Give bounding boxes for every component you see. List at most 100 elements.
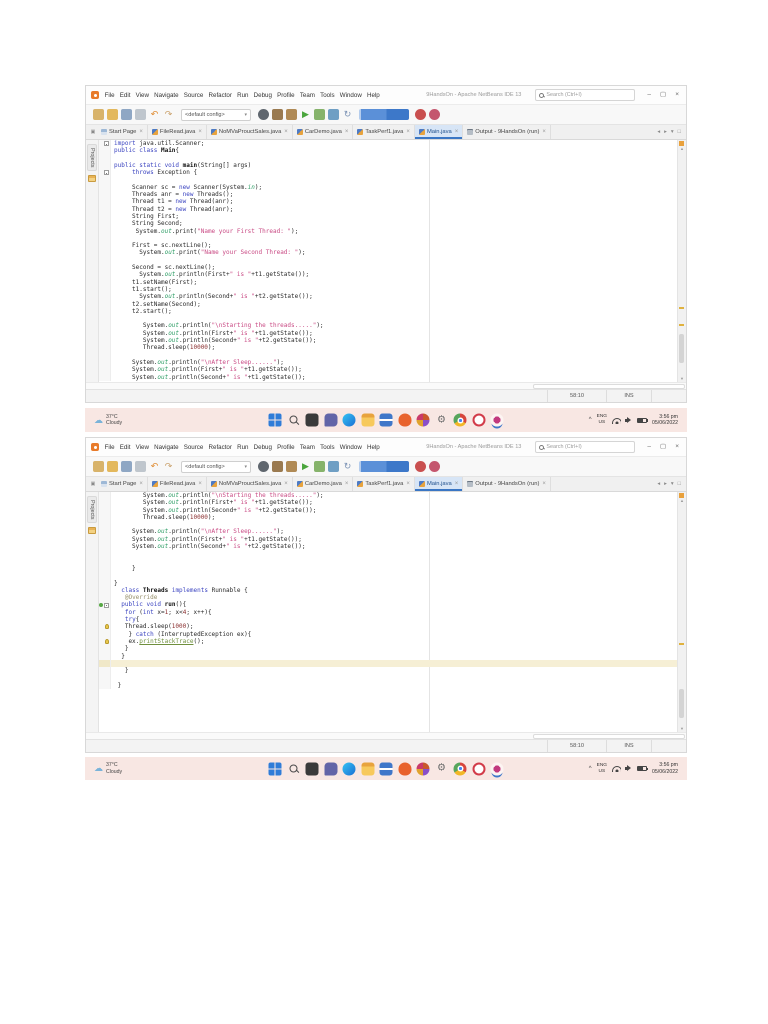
menu-edit[interactable]: Edit — [117, 92, 133, 99]
new-file-icon[interactable] — [93, 109, 104, 120]
reload-icon[interactable]: ↻ — [342, 109, 353, 120]
photos-icon[interactable] — [305, 762, 319, 775]
run-project-icon[interactable]: ▶ — [300, 461, 311, 472]
language-switcher[interactable]: ENG US — [597, 763, 607, 775]
tab-nomvaprouctsales-java[interactable]: NoMVaProuctSales.java × — [206, 477, 293, 491]
build-project-icon[interactable] — [272, 461, 283, 472]
redo-icon[interactable]: ↷ — [163, 461, 174, 472]
search-icon[interactable] — [287, 414, 300, 427]
memory-usage-bar[interactable] — [359, 461, 409, 472]
h-scrollbar-thumb[interactable] — [533, 384, 685, 389]
config-select[interactable]: <default config> ▾ — [181, 108, 251, 121]
window-menu-icon[interactable]: ▣ — [89, 477, 97, 491]
opera-icon[interactable] — [472, 413, 485, 427]
menu-debug[interactable]: Debug — [251, 444, 274, 451]
menu-debug[interactable]: Debug — [251, 92, 274, 99]
tab-nomvaprouctsales-java[interactable]: NoMVaProuctSales.java × — [206, 125, 293, 139]
undo-icon[interactable]: ↶ — [149, 461, 160, 472]
mail-icon[interactable] — [379, 762, 393, 775]
menu-file[interactable]: File — [102, 444, 117, 451]
memory-usage-bar[interactable] — [359, 109, 409, 120]
tab-cardemo-java[interactable]: CarDemo.java × — [292, 125, 354, 139]
menu-file[interactable]: File — [102, 92, 117, 99]
tab-taskperf1-java[interactable]: TaskPerf1.java × — [353, 125, 415, 139]
menu-refactor[interactable]: Refactor — [206, 92, 235, 99]
projects-panel-tab[interactable]: Projects — [87, 496, 97, 524]
code-editor[interactable]: System.out.println("\nStarting the threa… — [99, 492, 677, 732]
editor-scrollbar[interactable]: ▲ ▼ — [677, 492, 686, 732]
menu-help[interactable]: Help — [364, 444, 382, 451]
picker-icon[interactable] — [490, 413, 504, 427]
ide-globe-icon[interactable] — [258, 109, 269, 120]
document-list-icon[interactable]: ▾ — [671, 481, 674, 487]
debug-project-icon[interactable] — [314, 109, 325, 120]
menu-view[interactable]: View — [133, 92, 152, 99]
menu-team[interactable]: Team — [297, 444, 317, 451]
tray-overflow-icon[interactable]: ^ — [589, 766, 592, 772]
tab-main-java[interactable]: Main.java × — [414, 125, 464, 139]
window-menu-icon[interactable]: ▣ — [89, 125, 97, 139]
scroll-right-icon[interactable]: ▸ — [664, 129, 667, 135]
debug-project-icon[interactable] — [314, 461, 325, 472]
undo-icon[interactable]: ↶ — [149, 109, 160, 120]
projects-panel-tab[interactable]: Projects — [87, 144, 97, 172]
fold-icon[interactable] — [104, 141, 109, 147]
start-icon[interactable] — [268, 762, 282, 775]
scrollbar-thumb[interactable] — [679, 333, 684, 363]
horizontal-scrollbar[interactable] — [86, 382, 686, 389]
scroll-left-icon[interactable]: ◂ — [657, 129, 660, 135]
menu-tools[interactable]: Tools — [318, 92, 338, 99]
language-switcher[interactable]: ENG US — [597, 414, 607, 426]
document-list-icon[interactable]: ▾ — [671, 129, 674, 135]
ide-globe-icon[interactable] — [258, 461, 269, 472]
photos-icon[interactable] — [305, 413, 319, 427]
search-input[interactable]: Search (Ctrl+I) — [535, 89, 636, 101]
h-scrollbar-thumb[interactable] — [533, 734, 685, 739]
clock[interactable]: 3:56 pm 05/06/2022 — [652, 762, 678, 775]
tab-output-9handson-run-[interactable]: Output - 9HandsOn (run) × — [463, 477, 551, 491]
close-tab-icon[interactable]: × — [284, 481, 288, 487]
weather-widget[interactable]: ☁ 37°C Cloudy — [94, 414, 122, 426]
menu-profile[interactable]: Profile — [274, 444, 297, 451]
scrollbar-thumb[interactable] — [679, 688, 684, 718]
close-tab-icon[interactable]: × — [284, 129, 288, 135]
start-icon[interactable] — [268, 413, 282, 427]
scroll-left-icon[interactable]: ◂ — [657, 481, 660, 487]
close-tab-icon[interactable]: × — [345, 129, 349, 135]
config-select[interactable]: <default config> ▾ — [181, 460, 251, 473]
close-tab-icon[interactable]: × — [542, 481, 546, 487]
menu-navigate[interactable]: Navigate — [152, 92, 182, 99]
menu-navigate[interactable]: Navigate — [152, 444, 182, 451]
close-button[interactable]: × — [675, 91, 679, 99]
menu-run[interactable]: Run — [235, 92, 252, 99]
new-file-icon[interactable] — [93, 461, 104, 472]
tab-output-9handson-run-[interactable]: Output - 9HandsOn (run) × — [463, 125, 551, 139]
fold-icon[interactable] — [104, 602, 109, 608]
scroll-up-icon[interactable]: ▲ — [678, 499, 686, 503]
close-tab-icon[interactable]: × — [542, 129, 546, 135]
open-project-icon[interactable] — [107, 461, 118, 472]
clean-build-icon[interactable] — [286, 461, 297, 472]
scroll-down-icon[interactable]: ▼ — [678, 727, 686, 731]
projects-panel-icon[interactable] — [88, 527, 96, 535]
tab-main-java[interactable]: Main.java × — [414, 477, 464, 491]
save-all-icon[interactable] — [121, 461, 132, 472]
weather-widget[interactable]: ☁ 37°C Cloudy — [94, 762, 122, 774]
tray-status-icons[interactable] — [612, 765, 649, 773]
menu-window[interactable]: Window — [337, 92, 364, 99]
picker-icon[interactable] — [490, 762, 504, 775]
close-tab-icon[interactable]: × — [406, 129, 410, 135]
profiler-stop-icon[interactable] — [415, 461, 426, 472]
menu-refactor[interactable]: Refactor — [206, 444, 235, 451]
scroll-down-icon[interactable]: ▼ — [678, 377, 686, 381]
profiler-gc-icon[interactable] — [429, 109, 440, 120]
brave-icon[interactable] — [398, 413, 411, 427]
edge-icon[interactable] — [342, 413, 356, 427]
profiler-stop-icon[interactable] — [415, 109, 426, 120]
maximize-button[interactable]: ▢ — [660, 91, 666, 99]
editor-scrollbar[interactable]: ▲ ▼ — [677, 140, 686, 382]
menu-source[interactable]: Source — [181, 444, 206, 451]
settings-icon[interactable]: ⚙ — [435, 762, 448, 775]
clean-build-icon[interactable] — [286, 109, 297, 120]
warning-hint-icon[interactable] — [105, 639, 109, 645]
